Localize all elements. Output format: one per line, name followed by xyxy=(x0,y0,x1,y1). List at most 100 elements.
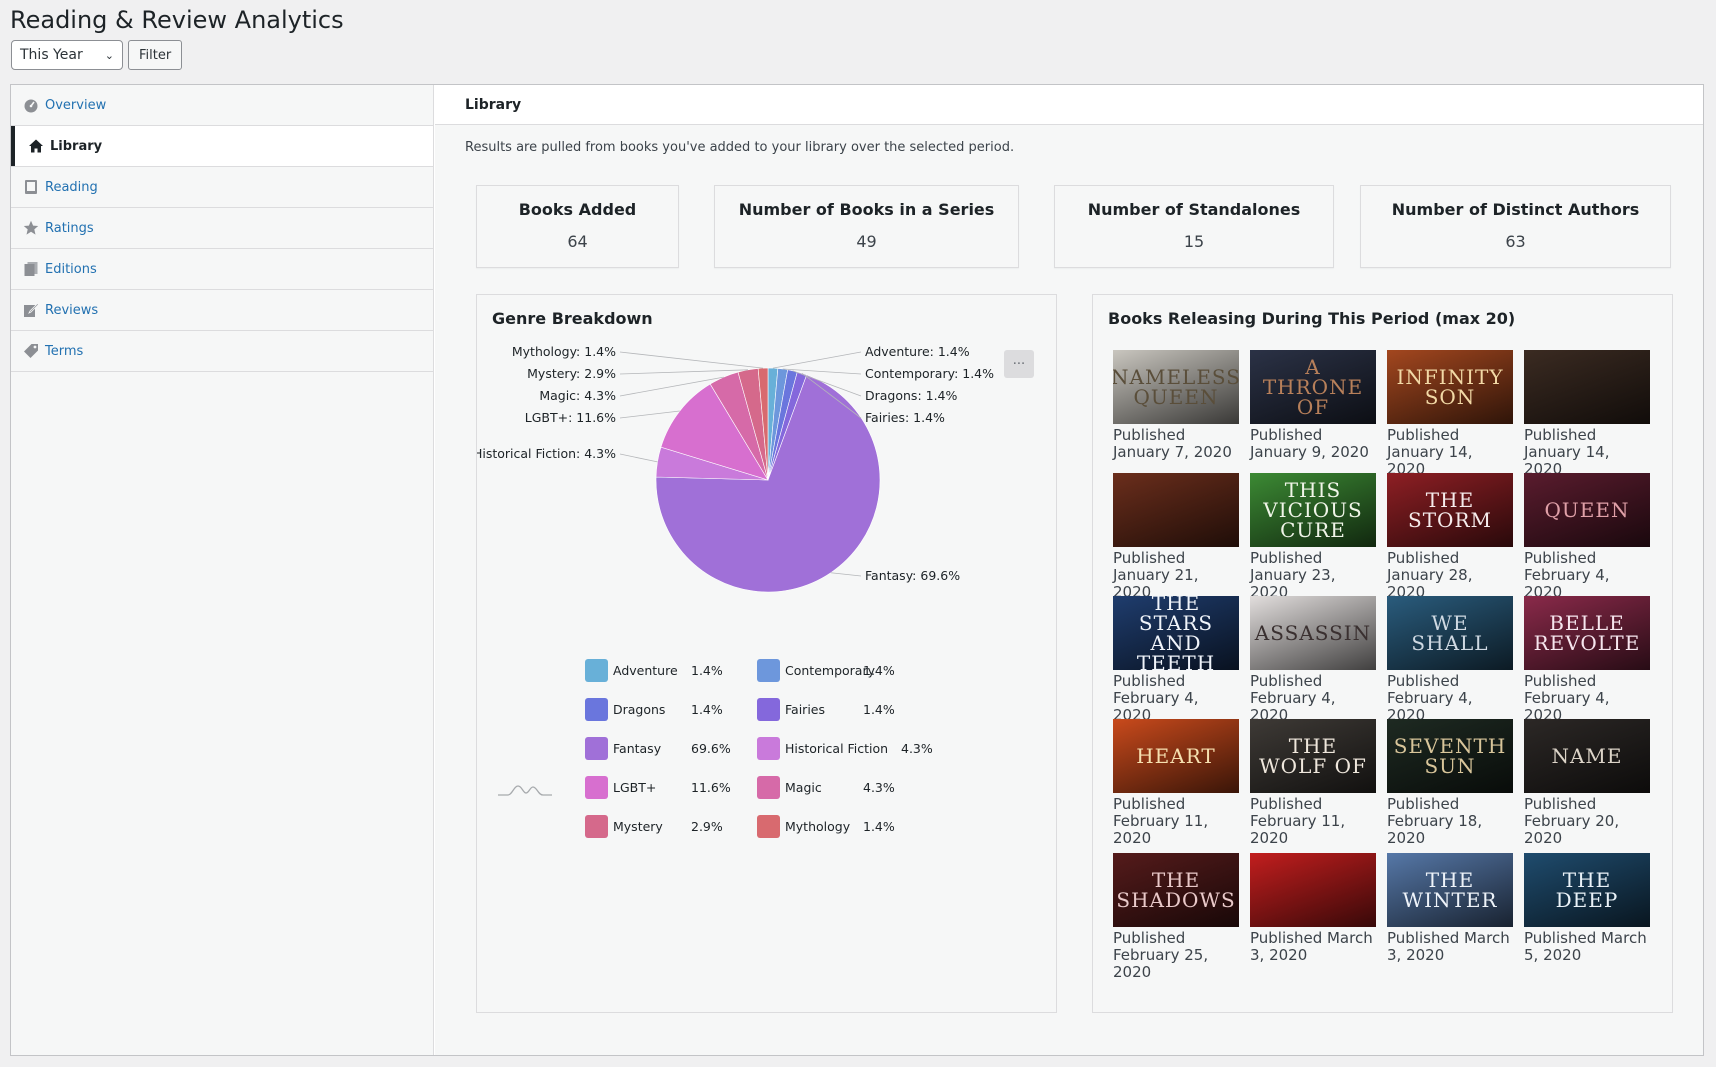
book-cover-image[interactable]: Queen xyxy=(1524,473,1650,547)
legend-label: Fairies xyxy=(785,701,825,717)
legend-swatch xyxy=(757,736,780,760)
legend-item[interactable]: Adventure 1.4% xyxy=(585,656,757,684)
book-cover-image[interactable] xyxy=(1524,350,1650,424)
genre-pie-chart: Adventure: 1.4% Contemporary: 1.4% Dragons… xyxy=(477,344,994,593)
book-item[interactable]: The Wolf of Published February 11, 2020 xyxy=(1250,719,1376,853)
book-item[interactable]: Queen Published February 4, 2020 xyxy=(1524,473,1650,601)
legend-label: Historical Fiction xyxy=(785,740,889,756)
sidebar-item-terms[interactable]: Terms xyxy=(11,331,433,372)
sidebar-item-editions[interactable]: Editions xyxy=(11,249,433,290)
edit-icon xyxy=(23,302,39,318)
book-item[interactable]: We Shall Published February 4, 2020 xyxy=(1387,596,1513,724)
filter-bar: This Year ⌄ Filter xyxy=(11,40,183,70)
book-release-date: Published January 14, 2020 xyxy=(1524,426,1610,478)
book-cover-image[interactable]: The Wolf of xyxy=(1250,719,1376,793)
book-release-date: Published January 28, 2020 xyxy=(1387,549,1473,601)
legend-value: 1.4% xyxy=(863,818,895,834)
book-release-date: Published February 4, 2020 xyxy=(1113,672,1199,724)
sidebar-item-label: Editions xyxy=(45,261,97,277)
legend-item[interactable]: Fairies 1.4% xyxy=(757,695,945,723)
book-cover-title: The Storm xyxy=(1408,488,1492,532)
stat-label: Books Added xyxy=(518,200,637,219)
book-item[interactable]: Belle Revolte Published February 4, 2020 xyxy=(1524,596,1650,724)
stat-value: 15 xyxy=(1183,232,1205,251)
book-cover-image[interactable]: Assassin xyxy=(1250,596,1376,670)
book-item[interactable]: Heart Published February 11, 2020 xyxy=(1113,719,1239,853)
book-cover-title: Heart xyxy=(1136,744,1216,768)
book-item[interactable]: Nameless Queen Published January 7, 2020 xyxy=(1113,350,1239,473)
book-cover-image[interactable] xyxy=(1250,853,1376,927)
book-item[interactable]: Published January 21, 2020 xyxy=(1113,473,1239,601)
period-select[interactable]: This Year ⌄ xyxy=(11,40,123,70)
book-cover-title: Belle Revolte xyxy=(1533,611,1641,655)
book-cover-image[interactable]: Belle Revolte xyxy=(1524,596,1650,670)
legend-value: 2.9% xyxy=(691,818,723,834)
sidebar-item-ratings[interactable]: Ratings xyxy=(11,208,433,249)
book-cover-image[interactable]: Infinity Son xyxy=(1387,350,1513,424)
book-cover-image[interactable] xyxy=(1113,473,1239,547)
book-item[interactable]: Seventh Sun Published February 18, 2020 xyxy=(1387,719,1513,853)
sidebar-item-label: Reviews xyxy=(45,302,99,318)
book-item[interactable]: Infinity Son Published January 14, 2020 xyxy=(1387,350,1513,478)
legend-item[interactable]: Fantasy 69.6% xyxy=(585,734,757,762)
book-item[interactable]: This Vicious Cure Published January 23, 2… xyxy=(1250,473,1376,601)
pie-data-label: Dragons: 1.4% xyxy=(865,388,958,403)
book-item[interactable]: Assassin Published February 4, 2020 xyxy=(1250,596,1376,724)
book-cover-image[interactable]: Seventh Sun xyxy=(1387,719,1513,793)
sidebar-item-reading[interactable]: Reading xyxy=(11,167,433,208)
book-cover-title: The Wolf of xyxy=(1259,734,1367,778)
book-item[interactable]: Published March 3, 2020 xyxy=(1250,853,1376,987)
genre-breakdown-card: Genre Breakdown Adventure: 1.4% Contempor… xyxy=(476,294,1057,1013)
book-cover-image[interactable]: The Deep xyxy=(1524,853,1650,927)
chart-logo-icon xyxy=(498,785,552,796)
book-cover-image[interactable]: Nameless Queen xyxy=(1113,350,1239,424)
book-release-date: Published February 20, 2020 xyxy=(1524,795,1620,847)
legend-value: 1.4% xyxy=(691,701,723,717)
filter-button[interactable]: Filter xyxy=(128,40,183,70)
sidebar-item-reviews[interactable]: Reviews xyxy=(11,290,433,331)
book-cover-image[interactable]: A Throne of xyxy=(1250,350,1376,424)
book-cover-image[interactable]: Name xyxy=(1524,719,1650,793)
library-content: Library Results are pulled from books yo… xyxy=(435,85,1703,1055)
pie-leader-line xyxy=(772,351,862,369)
book-cover-title: Name xyxy=(1551,744,1623,768)
home-icon xyxy=(28,138,44,154)
book-item[interactable]: A Throne of Published January 9, 2020 xyxy=(1250,350,1376,473)
sidebar-item-label: Terms xyxy=(45,343,84,359)
legend-swatch xyxy=(585,658,608,682)
book-cover-image[interactable]: The Storm xyxy=(1387,473,1513,547)
legend-label: Mystery xyxy=(613,818,663,834)
legend-item[interactable]: Historical Fiction 4.3% xyxy=(757,734,945,762)
book-cover-image[interactable]: The Winter xyxy=(1387,853,1513,927)
book-item[interactable]: The Stars and Teeth Published February 4,… xyxy=(1113,596,1239,724)
legend-item[interactable]: Mythology 1.4% xyxy=(757,812,945,840)
book-cover-image[interactable]: The Shadows xyxy=(1113,853,1239,927)
legend-item[interactable]: Magic 4.3% xyxy=(757,773,945,801)
pie-leader-line xyxy=(830,572,862,577)
book-item[interactable]: The Storm Published January 28, 2020 xyxy=(1387,473,1513,601)
book-item[interactable]: The Deep Published March 5, 2020 xyxy=(1524,853,1650,987)
stat-label: Number of Books in a Series xyxy=(738,200,995,219)
book-item[interactable]: Published January 14, 2020 xyxy=(1524,350,1650,478)
book-cover-image[interactable]: We Shall xyxy=(1387,596,1513,670)
book-item[interactable]: The Shadows Published February 25, 2020 xyxy=(1113,853,1239,987)
sidebar-item-library[interactable]: Library xyxy=(11,126,433,167)
legend-item[interactable]: Mystery 2.9% xyxy=(585,812,757,840)
book-release-date: Published February 4, 2020 xyxy=(1250,672,1336,724)
sidebar-item-overview[interactable]: Overview xyxy=(11,85,433,126)
dashboard-icon xyxy=(23,97,39,113)
book-cover-title: We Shall xyxy=(1411,611,1489,655)
ellipsis-icon[interactable]: ··· xyxy=(1004,350,1034,378)
book-cover-image[interactable]: The Stars and Teeth xyxy=(1113,596,1239,670)
legend-item[interactable]: Contemporary 1.4% xyxy=(757,656,945,684)
legend-swatch xyxy=(585,814,608,838)
book-cover-image[interactable]: This Vicious Cure xyxy=(1250,473,1376,547)
legend-item[interactable]: LGBT+ 11.6% xyxy=(585,773,757,801)
book-cover-image[interactable]: Heart xyxy=(1113,719,1239,793)
book-item[interactable]: The Winter Published March 3, 2020 xyxy=(1387,853,1513,987)
legend-label: LGBT+ xyxy=(613,779,657,795)
book-release-date: Published February 11, 2020 xyxy=(1113,795,1209,847)
legend-item[interactable]: Dragons 1.4% xyxy=(585,695,757,723)
book-item[interactable]: Name Published February 20, 2020 xyxy=(1524,719,1650,853)
legend-value: 1.4% xyxy=(863,662,895,678)
